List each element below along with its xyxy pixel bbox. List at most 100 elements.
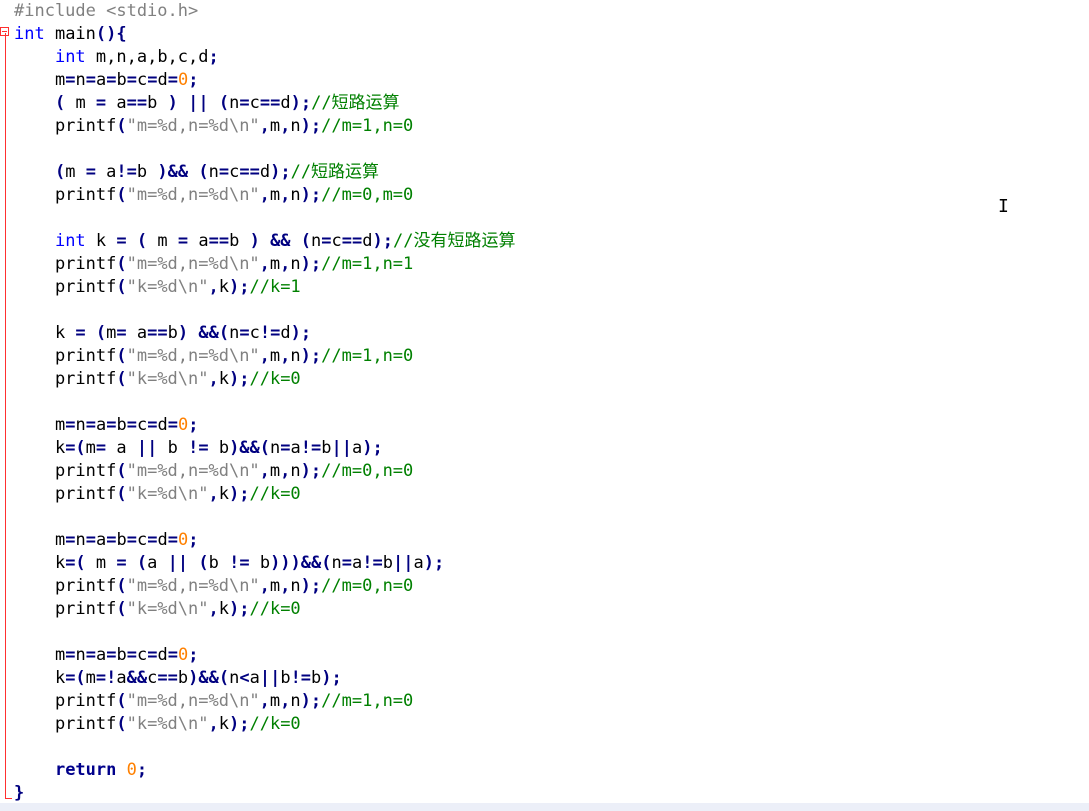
code-line[interactable]: printf("k=%d\n",k);//k=1: [14, 276, 516, 299]
code-token: //m=1,n=0: [321, 116, 414, 136]
code-token: n: [290, 185, 301, 205]
code-token: (){: [95, 24, 127, 44]
code-token: d: [259, 162, 271, 182]
code-token: b: [136, 162, 158, 182]
code-line[interactable]: (m = a!=b )&& (n=c==d);//短路运算: [14, 161, 516, 184]
code-line[interactable]: m=n=a=b=c=d=0;: [14, 529, 516, 552]
code-token: n: [75, 530, 86, 550]
code-token: );: [300, 346, 322, 366]
code-token: k: [218, 484, 229, 504]
code-line[interactable]: printf("k=%d\n",k);//k=0: [14, 483, 516, 506]
code-line[interactable]: printf("m=%d,n=%d\n",m,n);//m=1,n=1: [14, 253, 516, 276]
code-token: !=: [116, 162, 137, 182]
code-token: ;: [208, 47, 219, 67]
code-token: =: [167, 415, 178, 435]
code-line[interactable]: m=n=a=b=c=d=0;: [14, 414, 516, 437]
code-token: ||: [259, 668, 281, 688]
code-token: =: [85, 530, 96, 550]
code-token: m: [147, 231, 178, 251]
code-token: m: [269, 461, 281, 481]
code-token: n: [75, 70, 86, 90]
code-token: main: [44, 24, 96, 44]
code-line[interactable]: printf("m=%d,n=%d\n",m,n);//m=1,n=0: [14, 115, 516, 138]
code-token: b: [249, 553, 271, 573]
code-line[interactable]: printf("m=%d,n=%d\n",m,n);//m=0,n=0: [14, 460, 516, 483]
code-line[interactable]: #include <stdio.h>: [14, 0, 516, 23]
code-token: k: [218, 369, 229, 389]
code-token: ;: [188, 70, 199, 90]
code-token: );: [229, 277, 250, 297]
code-line[interactable]: m=n=a=b=c=d=0;: [14, 69, 516, 92]
code-token: (: [54, 162, 66, 182]
code-line[interactable]: printf("m=%d,n=%d\n",m,n);//m=0,n=0: [14, 575, 516, 598]
code-line[interactable]: [14, 299, 516, 322]
code-token: a: [351, 553, 363, 573]
code-line[interactable]: printf("k=%d\n",k);//k=0: [14, 713, 516, 736]
code-token: =: [95, 438, 107, 458]
code-token: "k=%d\n": [126, 369, 209, 389]
code-line[interactable]: return 0;: [14, 759, 516, 782]
code-token: ,: [280, 116, 291, 136]
code-line[interactable]: [14, 506, 516, 529]
code-token: =(: [65, 668, 86, 688]
code-token: m: [269, 691, 281, 711]
code-token: !=: [229, 553, 250, 573]
code-token: );: [300, 116, 322, 136]
code-token: printf: [14, 714, 117, 734]
code-line[interactable]: printf("k=%d\n",k);//k=0: [14, 368, 516, 391]
code-line[interactable]: [14, 207, 516, 230]
code-token: =: [106, 415, 117, 435]
code-token: #include <stdio.h>: [14, 1, 199, 21]
code-token: d: [157, 70, 168, 90]
code-token: a: [116, 668, 127, 688]
code-line[interactable]: ( m = a==b ) || (n=c==d);//短路运算: [14, 92, 516, 115]
code-line[interactable]: [14, 391, 516, 414]
code-token: (: [116, 346, 127, 366]
code-token: b: [116, 415, 127, 435]
code-token: b: [177, 668, 189, 688]
code-token: printf: [14, 691, 117, 711]
code-token: )&&(: [188, 668, 230, 688]
code-token: ,: [280, 185, 291, 205]
code-token: );: [229, 369, 250, 389]
code-token: =: [147, 530, 158, 550]
code-line[interactable]: printf("m=%d,n=%d\n",m,n);//m=0,m=0: [14, 184, 516, 207]
code-token: (: [116, 599, 127, 619]
code-token: 0: [177, 70, 189, 90]
code-line[interactable]: k=(m= a || b != b)&&(n=a!=b||a);: [14, 437, 516, 460]
code-token: b: [229, 231, 250, 251]
code-token: (: [116, 691, 127, 711]
code-line[interactable]: k=( m = (a || (b != b)))&&(n=a!=b||a);: [14, 552, 516, 575]
code-token: a: [290, 438, 301, 458]
code-line[interactable]: printf("k=%d\n",k);//k=0: [14, 598, 516, 621]
code-token: ,: [259, 116, 270, 136]
code-line[interactable]: int m,n,a,b,c,d;: [14, 46, 516, 69]
code-token: a: [95, 645, 107, 665]
code-line[interactable]: [14, 138, 516, 161]
code-line[interactable]: printf("m=%d,n=%d\n",m,n);//m=1,n=0: [14, 690, 516, 713]
code-line[interactable]: k=(m=!a&&c==b)&&(n<a||b!=b);: [14, 667, 516, 690]
code-line[interactable]: }: [14, 782, 516, 805]
code-token: m: [14, 415, 66, 435]
code-line[interactable]: k = (m= a==b) &&(n=c!=d);: [14, 322, 516, 345]
code-token: b: [116, 645, 127, 665]
code-line[interactable]: printf("m=%d,n=%d\n",m,n);//m=1,n=0: [14, 345, 516, 368]
code-line[interactable]: int k = ( m = a==b ) && (n=c==d);//没有短路运…: [14, 230, 516, 253]
code-token: 0: [177, 415, 189, 435]
code-token: c: [229, 162, 240, 182]
code-line[interactable]: [14, 736, 516, 759]
code-token: =: [106, 645, 117, 665]
code-token: d: [157, 530, 168, 550]
code-token: printf: [14, 599, 117, 619]
code-editor[interactable]: #include <stdio.h> int main(){ int m,n,a,…: [0, 0, 1089, 811]
code-token: ||: [331, 438, 352, 458]
fold-guide-end: [5, 798, 12, 799]
code-token: a: [106, 93, 127, 113]
code-token: ||: [136, 438, 158, 458]
code-line[interactable]: [14, 621, 516, 644]
code-line[interactable]: int main(){: [14, 23, 516, 46]
code-text-area[interactable]: #include <stdio.h> int main(){ int m,n,a,…: [14, 0, 516, 805]
code-line[interactable]: m=n=a=b=c=d=0;: [14, 644, 516, 667]
